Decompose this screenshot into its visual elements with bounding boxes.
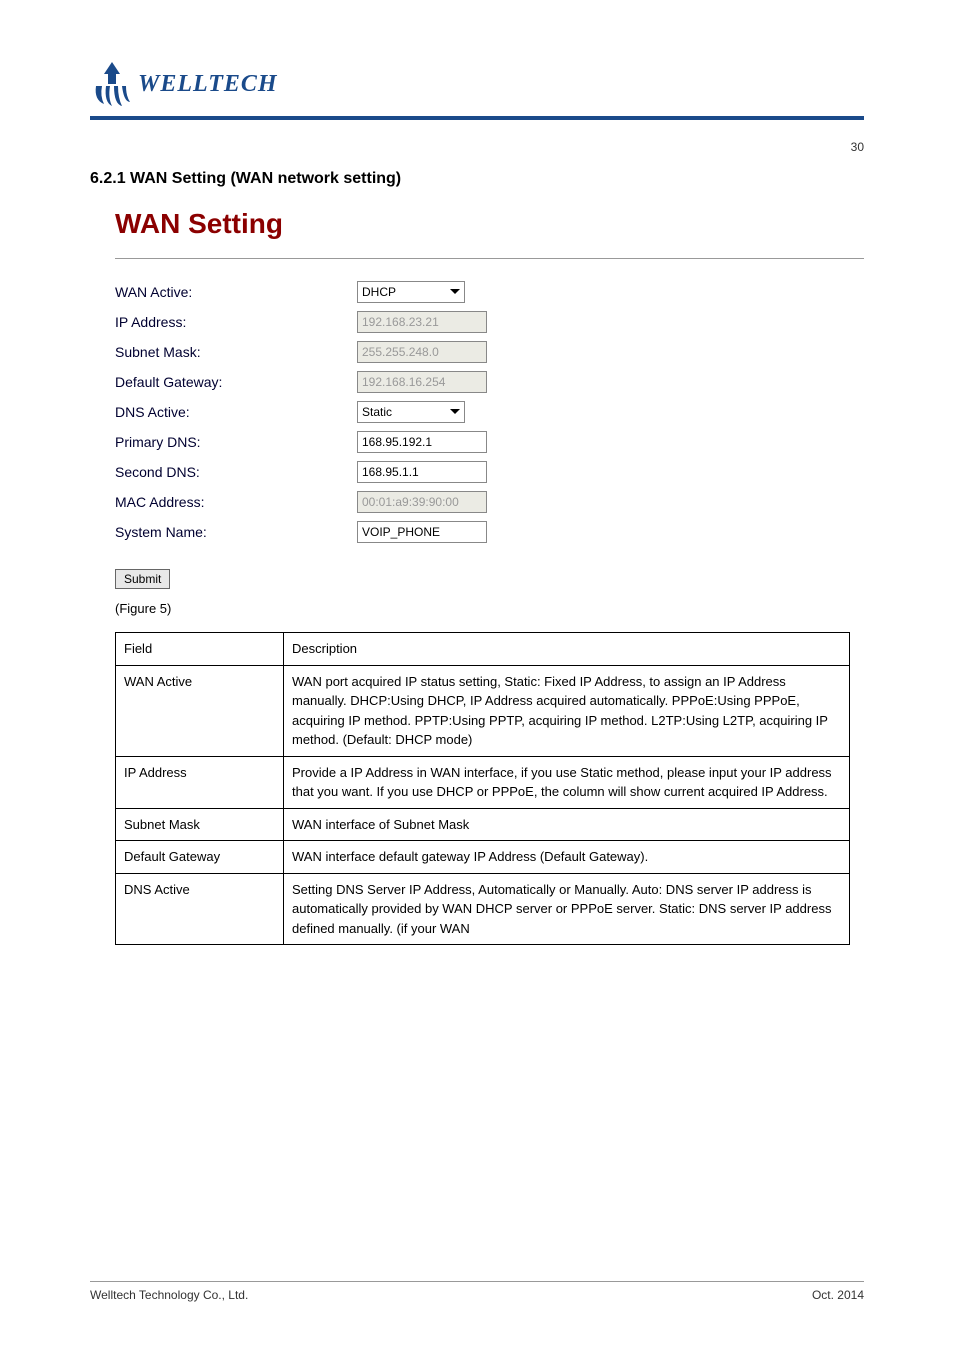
table-row: WAN Active WAN port acquired IP status s… xyxy=(116,665,850,756)
td-field: WAN Active xyxy=(116,665,284,756)
row-mac-address: MAC Address: xyxy=(115,489,864,515)
section-heading: 6.2.1 WAN Setting (WAN network setting) xyxy=(90,170,864,188)
td-field: Subnet Mask xyxy=(116,808,284,841)
td-description: Provide a IP Address in WAN interface, i… xyxy=(284,756,850,808)
td-description: WAN port acquired IP status setting, Sta… xyxy=(284,665,850,756)
select-wan-active[interactable]: DHCP xyxy=(357,281,465,303)
label-system-name: System Name: xyxy=(115,524,357,540)
td-description: WAN interface default gateway IP Address… xyxy=(284,841,850,874)
footer: Welltech Technology Co., Ltd. Oct. 2014 xyxy=(90,1281,864,1302)
td-field: IP Address xyxy=(116,756,284,808)
row-second-dns: Second DNS: xyxy=(115,459,864,485)
select-dns-active[interactable]: Static xyxy=(357,401,465,423)
label-ip-address: IP Address: xyxy=(115,314,357,330)
input-ip-address xyxy=(357,311,487,333)
submit-row: Submit xyxy=(115,569,864,589)
header-bar: WELLTECH xyxy=(90,0,864,120)
td-description: Setting DNS Server IP Address, Automatic… xyxy=(284,873,850,945)
td-field: DNS Active xyxy=(116,873,284,945)
input-default-gateway xyxy=(357,371,487,393)
logo-icon xyxy=(90,60,134,108)
label-mac-address: MAC Address: xyxy=(115,494,357,510)
wan-form: WAN Active: DHCP IP Address: Subnet Mask… xyxy=(115,279,864,545)
table-row: Subnet Mask WAN interface of Subnet Mask xyxy=(116,808,850,841)
table-row: IP Address Provide a IP Address in WAN i… xyxy=(116,756,850,808)
input-system-name[interactable] xyxy=(357,521,487,543)
figure-caption: (Figure 5) xyxy=(115,601,864,616)
input-mac-address xyxy=(357,491,487,513)
page-number-top: 30 xyxy=(851,140,864,154)
td-field: Default Gateway xyxy=(116,841,284,874)
input-second-dns[interactable] xyxy=(357,461,487,483)
submit-button[interactable]: Submit xyxy=(115,569,170,589)
th-field: Field xyxy=(116,633,284,666)
footer-right: Oct. 2014 xyxy=(812,1288,864,1302)
label-wan-active: WAN Active: xyxy=(115,284,357,300)
input-subnet-mask xyxy=(357,341,487,363)
label-second-dns: Second DNS: xyxy=(115,464,357,480)
td-description: WAN interface of Subnet Mask xyxy=(284,808,850,841)
row-wan-active: WAN Active: DHCP xyxy=(115,279,864,305)
logo-text: WELLTECH xyxy=(138,71,278,98)
table-header-row: Field Description xyxy=(116,633,850,666)
description-table: Field Description WAN Active WAN port ac… xyxy=(115,632,850,945)
row-subnet-mask: Subnet Mask: xyxy=(115,339,864,365)
panel-title: WAN Setting xyxy=(115,208,864,240)
table-row: Default Gateway WAN interface default ga… xyxy=(116,841,850,874)
label-primary-dns: Primary DNS: xyxy=(115,434,357,450)
footer-left: Welltech Technology Co., Ltd. xyxy=(90,1288,248,1302)
input-primary-dns[interactable] xyxy=(357,431,487,453)
row-dns-active: DNS Active: Static xyxy=(115,399,864,425)
row-default-gateway: Default Gateway: xyxy=(115,369,864,395)
row-ip-address: IP Address: xyxy=(115,309,864,335)
label-subnet-mask: Subnet Mask: xyxy=(115,344,357,360)
label-dns-active: DNS Active: xyxy=(115,404,357,420)
row-primary-dns: Primary DNS: xyxy=(115,429,864,455)
th-description: Description xyxy=(284,633,850,666)
logo: WELLTECH xyxy=(90,60,864,108)
label-default-gateway: Default Gateway: xyxy=(115,374,357,390)
table-row: DNS Active Setting DNS Server IP Address… xyxy=(116,873,850,945)
wan-panel-header: WAN Setting xyxy=(115,208,864,259)
row-system-name: System Name: xyxy=(115,519,864,545)
